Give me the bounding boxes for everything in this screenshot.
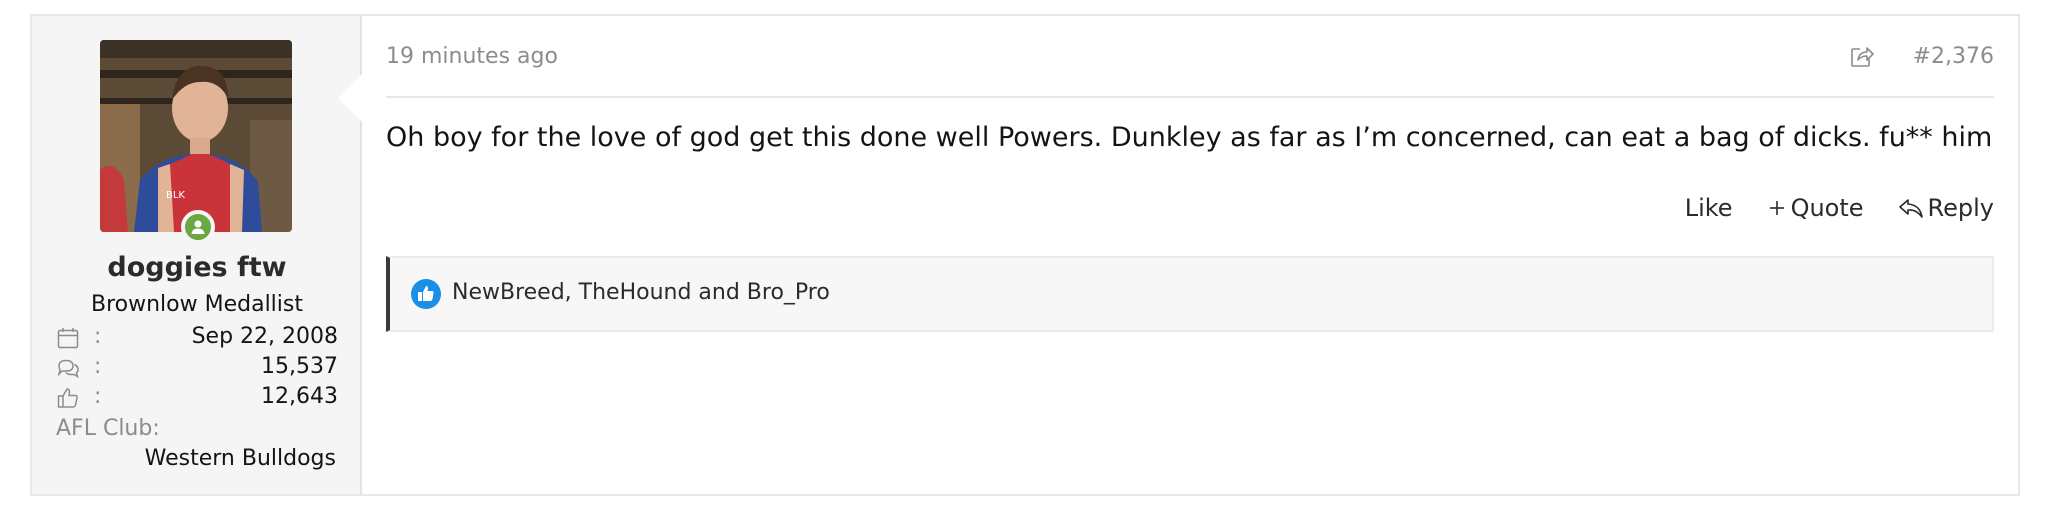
stat-joined-label: : [94,324,102,349]
forum-post: BLK doggies ftw Brownlow Medallist : Sep… [30,14,2020,496]
stat-reactions-value: 12,643 [261,384,338,409]
post-message: Oh boy for the love of god get this done… [386,122,1993,153]
messages-icon [57,359,79,379]
reply-button[interactable]: Reply [1898,194,1994,222]
stat-reactions-label: : [94,384,102,409]
message-cell: 19 minutes ago #2,376 Oh boy for the lov… [362,16,2018,494]
avatar[interactable]: BLK [100,40,292,232]
stat-joined-value: Sep 22, 2008 [191,324,338,349]
message-pointer-arrow [338,74,362,122]
stat-messages: : 15,537 [56,354,338,382]
online-status-badge [181,210,215,244]
svg-text:BLK: BLK [166,190,185,201]
share-icon[interactable] [1848,42,1876,70]
stat-reactions: : 12,643 [56,384,338,412]
like-label: Like [1684,194,1733,222]
plus-icon [1769,201,1784,215]
post-header: 19 minutes ago #2,376 [386,16,1994,98]
stat-messages-value: 15,537 [261,354,338,379]
username[interactable]: doggies ftw [32,252,362,283]
thumbs-up-icon [57,388,78,408]
reactions-bar[interactable]: NewBreed, TheHound and Bro_Pro [386,256,1994,332]
reactions-users[interactable]: NewBreed, TheHound and Bro_Pro [452,280,830,305]
reply-icon [1898,199,1923,218]
club-value: Western Bulldogs [144,446,336,471]
avatar-container[interactable]: BLK [100,40,292,244]
reply-label: Reply [1927,194,1994,222]
post-number-link[interactable]: #2,376 [1913,44,1994,69]
user-online-icon [191,220,205,234]
stat-joined: : Sep 22, 2008 [56,324,338,352]
quote-button[interactable]: Quote [1767,194,1864,222]
stat-messages-label: : [94,354,102,379]
post-actions: Like Quote Reply [1651,192,1994,224]
post-timestamp[interactable]: 19 minutes ago [386,44,558,69]
calendar-icon [57,328,79,349]
club-label: AFL Club: [56,416,160,441]
user-info-panel: BLK doggies ftw Brownlow Medallist : Sep… [32,16,362,494]
user-title: Brownlow Medallist [91,292,303,317]
like-reaction-icon [411,279,441,309]
quote-label: Quote [1790,194,1864,222]
like-button[interactable]: Like [1685,194,1733,222]
